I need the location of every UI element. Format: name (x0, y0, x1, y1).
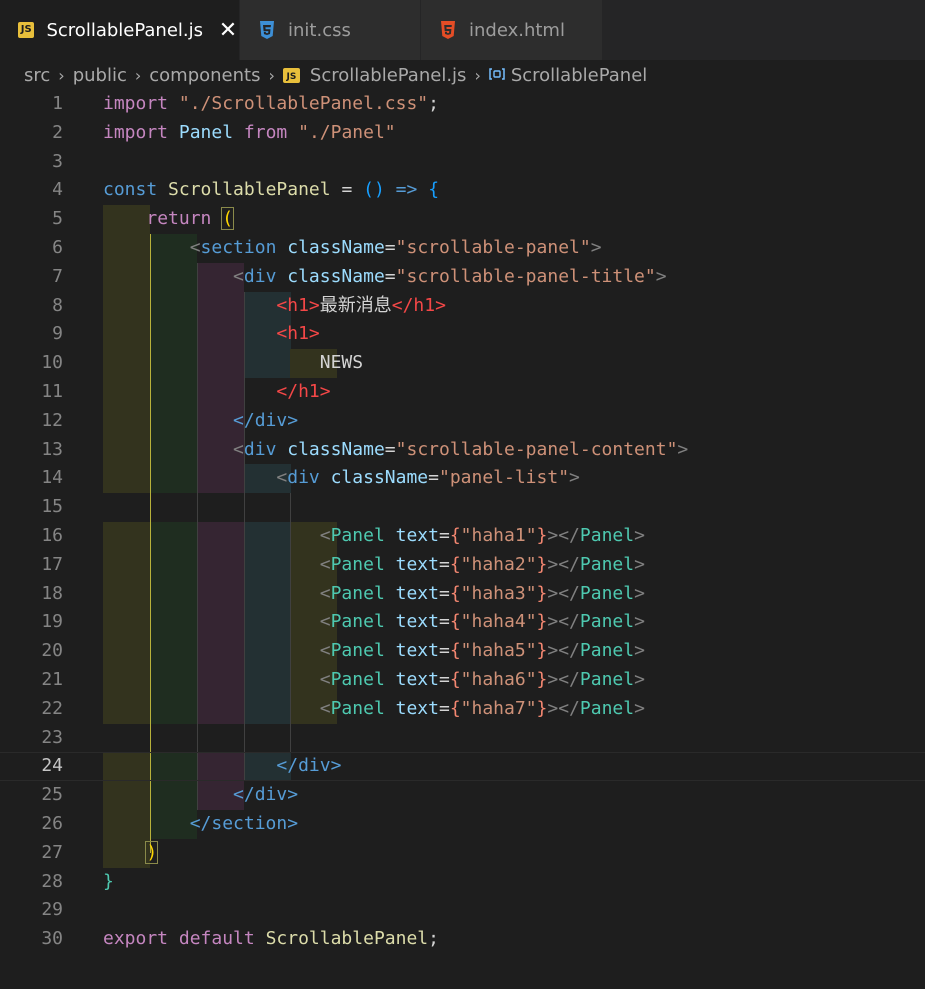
code-line: </section> (189, 812, 299, 834)
code-line: <section className="scrollable-panel"> (189, 236, 602, 258)
code-line: import "./ScrollablePanel.css"; (103, 93, 439, 114)
css-file-icon (258, 20, 276, 40)
line-number: 16 (41, 524, 63, 546)
code-line: <Panel text={"haha6"}></Panel> (319, 668, 645, 690)
breadcrumb: src › public › components › JS Scrollabl… (0, 60, 925, 90)
tab-bar: JS ScrollablePanel.js ✕ init.css index.h… (0, 0, 925, 60)
code-line: const ScrollablePanel = () => { (103, 179, 440, 201)
line-number: 18 (41, 582, 63, 604)
line-number: 5 (52, 208, 63, 230)
line-number: 17 (41, 553, 63, 575)
code-line-current: </div> (0, 752, 925, 781)
line-number: 22 (41, 697, 63, 719)
tab-label: index.html (469, 19, 565, 41)
code-line: <div className="scrollable-panel-title"> (233, 265, 667, 287)
code-line: </div> (233, 784, 299, 806)
code-editor[interactable]: 1 2 3 4 5 6 7 8 9 10 11 12 13 14 15 16 1… (0, 90, 925, 989)
code-line: ) (145, 840, 159, 864)
chevron-right-icon: › (268, 65, 275, 85)
line-number: 21 (41, 668, 63, 690)
tab-init-css[interactable]: init.css (240, 0, 421, 60)
line-number: 7 (52, 265, 63, 287)
code-line: <h1>最新消息</h1> (276, 294, 446, 316)
line-number: 6 (52, 236, 63, 258)
chevron-right-icon: › (58, 65, 65, 85)
chevron-right-icon: › (474, 65, 481, 85)
tab-index-html[interactable]: index.html (421, 0, 603, 60)
line-number: 28 (41, 870, 63, 892)
line-number: 26 (41, 812, 63, 834)
code-line: <h1> (276, 323, 320, 345)
breadcrumb-components[interactable]: components (149, 65, 260, 86)
tab-scrollablepanel-js[interactable]: JS ScrollablePanel.js ✕ (0, 0, 240, 60)
code-line: return ( (146, 207, 235, 231)
line-number: 2 (52, 121, 63, 143)
code-line: <Panel text={"haha2"}></Panel> (319, 553, 645, 575)
symbol-variable-icon (489, 66, 505, 85)
code-line: <Panel text={"haha5"}></Panel> (319, 640, 645, 662)
line-number: 12 (41, 409, 63, 431)
line-number: 4 (52, 179, 63, 201)
line-number: 19 (41, 611, 63, 633)
code-area[interactable]: import "./ScrollablePanel.css"; import P… (0, 90, 925, 954)
code-line: </h1> (276, 380, 331, 402)
line-number: 20 (41, 640, 63, 662)
code-line: } (103, 870, 114, 892)
code-line: <Panel text={"haha1"}></Panel> (319, 524, 645, 546)
code-line: <div className="panel-list"> (276, 467, 580, 489)
breadcrumb-file[interactable]: ScrollablePanel.js (310, 65, 467, 86)
code-line: <Panel text={"haha3"}></Panel> (319, 582, 645, 604)
line-number: 11 (41, 380, 63, 402)
line-number-active: 24 (41, 755, 63, 777)
code-line: NEWS (319, 352, 364, 374)
code-line: export default ScrollablePanel; (103, 928, 439, 950)
line-number: 1 (52, 93, 63, 114)
line-number: 9 (52, 323, 63, 345)
html-file-icon (439, 20, 457, 40)
tab-label: init.css (288, 19, 351, 41)
line-number: 27 (41, 841, 63, 863)
tab-label: ScrollablePanel.js (46, 19, 204, 41)
line-number: 13 (41, 438, 63, 460)
code-line: <Panel text={"haha4"}></Panel> (319, 611, 645, 633)
line-number: 8 (52, 294, 63, 316)
breadcrumb-public[interactable]: public (73, 65, 127, 86)
code-line: <Panel text={"haha7"}></Panel> (319, 697, 645, 719)
line-number: 23 (41, 726, 63, 748)
close-icon[interactable]: ✕ (217, 18, 239, 43)
line-number: 14 (41, 467, 63, 489)
line-number: 30 (41, 928, 63, 950)
js-file-icon: JS (18, 22, 35, 38)
js-file-icon: JS (282, 67, 300, 83)
code-line: import Panel from "./Panel" (103, 121, 396, 143)
line-number: 29 (41, 899, 63, 921)
code-line: <div className="scrollable-panel-content… (233, 438, 689, 460)
breadcrumb-src[interactable]: src (24, 65, 50, 86)
breadcrumb-symbol[interactable]: ScrollablePanel (511, 65, 647, 86)
line-number: 10 (41, 352, 63, 374)
line-number: 3 (52, 150, 63, 172)
line-number-gutter[interactable]: 1 2 3 4 5 6 7 8 9 10 11 12 13 14 15 16 1… (0, 90, 80, 954)
line-number: 15 (41, 496, 63, 518)
code-line: </div> (233, 409, 299, 431)
chevron-right-icon: › (134, 65, 142, 85)
line-number: 25 (41, 784, 63, 806)
